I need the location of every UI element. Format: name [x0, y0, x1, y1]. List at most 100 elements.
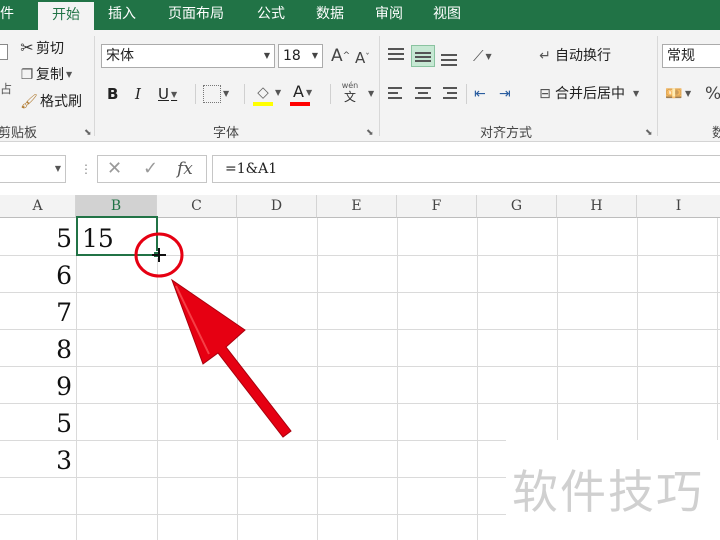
cell-a7[interactable]: 3	[0, 440, 76, 477]
align-center-icon[interactable]	[413, 84, 433, 104]
column-header-e[interactable]: E	[317, 195, 397, 218]
resize-handle-icon[interactable]: ⋮	[80, 162, 92, 176]
group-separator	[379, 36, 380, 136]
font-color-button[interactable]: A ▼	[293, 80, 312, 104]
tab-page-layout[interactable]: 页面布局	[168, 0, 224, 30]
text-orientation-icon: ⟋	[473, 47, 484, 65]
cell-a2[interactable]: 6	[0, 255, 76, 292]
cell-a6[interactable]: 5	[0, 403, 76, 440]
column-header-b[interactable]: B	[76, 195, 157, 218]
group-separator	[657, 36, 658, 136]
formula-input[interactable]: =1&A1	[212, 155, 720, 183]
percent-button[interactable]: %	[705, 82, 720, 106]
format-painter-button[interactable]: 🖌 格式刷	[18, 90, 82, 114]
alignment-group-label: 对齐方式	[480, 126, 533, 141]
increase-indent-icon[interactable]: ⇥	[499, 82, 511, 106]
fill-color-swatch	[253, 102, 273, 106]
phonetic-bottom: 文	[343, 90, 356, 104]
clipboard-group-label: 剪贴板	[0, 126, 38, 141]
column-header-d[interactable]: D	[237, 195, 317, 218]
currency-icon: 💴	[665, 86, 683, 102]
enter-icon[interactable]: ✓	[143, 158, 158, 179]
chevron-down-icon[interactable]: ▼	[55, 164, 61, 173]
align-right-icon[interactable]	[439, 84, 459, 104]
font-size-select[interactable]: 18 ▼	[278, 44, 323, 68]
decrease-indent-icon[interactable]: ⇤	[474, 82, 486, 106]
column-header-g[interactable]: G	[477, 195, 557, 218]
font-name-select[interactable]: 宋体 ▼	[101, 44, 275, 68]
paste-icon[interactable]	[0, 44, 8, 60]
tab-formulas[interactable]: 公式	[257, 0, 285, 30]
copy-dropdown-arrow-icon[interactable]: ▼	[66, 70, 72, 79]
wrap-text-icon: ↵	[539, 48, 551, 64]
cut-button[interactable]: ✂ 剪切	[18, 36, 64, 60]
chevron-down-icon: ▼	[170, 89, 178, 99]
wrap-text-button[interactable]: ↵ 自动换行	[535, 44, 611, 68]
ribbon-home: 占 ✂ 剪切 ❐ 复制 ▼ 🖌 格式刷 剪贴板 ⬊ 宋体 ▼ 18 ▼ A^ Aˇ B I …	[0, 30, 720, 142]
merge-center-label: 合并后居中	[555, 86, 625, 102]
clipboard-launcher-icon[interactable]: ⬊	[84, 128, 92, 138]
group-separator	[94, 36, 95, 136]
font-launcher-icon[interactable]: ⬊	[366, 128, 374, 138]
column-header-a[interactable]: A	[0, 195, 76, 218]
align-bottom-icon[interactable]	[439, 46, 459, 66]
insert-function-icon[interactable]: fx	[177, 159, 193, 179]
align-middle-icon[interactable]	[411, 45, 435, 67]
cell-a3[interactable]: 7	[0, 292, 76, 329]
border-grid-icon	[203, 85, 221, 103]
name-box[interactable]: ▼	[0, 155, 66, 183]
alignment-launcher-icon[interactable]: ⬊	[645, 128, 653, 138]
copy-label: 复制	[36, 67, 64, 83]
cut-label: 剪切	[36, 41, 64, 57]
tab-view[interactable]: 视图	[433, 0, 461, 30]
font-name-value: 宋体	[106, 48, 134, 64]
watermark-text: 软件技巧	[512, 465, 704, 519]
borders-button[interactable]: ▼	[203, 82, 229, 106]
phonetic-guide-button[interactable]: wén 文	[338, 81, 362, 104]
align-left-icon[interactable]	[386, 84, 406, 104]
tab-review[interactable]: 审阅	[375, 0, 403, 30]
paste-label-fragment: 占	[0, 82, 13, 96]
chevron-down-icon: ▼	[685, 89, 692, 98]
align-top-icon[interactable]	[386, 46, 406, 66]
paint-bucket-icon: ◇	[257, 83, 269, 101]
format-painter-label: 格式刷	[40, 94, 82, 110]
font-size-value: 18	[283, 48, 301, 64]
tab-data[interactable]: 数据	[316, 0, 344, 30]
cell-a5[interactable]: 9	[0, 366, 76, 403]
orientation-button[interactable]: ⟋ ▼	[473, 44, 492, 68]
fill-handle[interactable]	[153, 251, 160, 258]
grow-font-button[interactable]: A^	[331, 44, 350, 68]
merge-center-button[interactable]: ⊟ 合并后居中 ▼	[535, 82, 639, 106]
chevron-down-icon: ▼	[311, 51, 318, 60]
italic-button[interactable]: I	[135, 82, 141, 106]
cell-a4[interactable]: 8	[0, 329, 76, 366]
number-format-select[interactable]: 常规	[662, 44, 720, 68]
divider	[195, 84, 196, 104]
underline-glyph: U	[158, 85, 169, 103]
scissors-icon: ✂	[20, 38, 34, 57]
column-header-h[interactable]: H	[557, 195, 637, 218]
shrink-font-button[interactable]: Aˇ	[355, 46, 370, 70]
copy-button[interactable]: ❐ 复制 ▼	[18, 63, 72, 87]
cell-a1[interactable]: 5	[0, 218, 76, 255]
tab-insert[interactable]: 插入	[108, 0, 136, 30]
font-color-swatch	[290, 102, 310, 106]
column-header-c[interactable]: C	[157, 195, 237, 218]
accounting-format-button[interactable]: 💴 ▼	[665, 82, 691, 106]
tab-file[interactable]: 件	[0, 0, 22, 30]
chevron-down-icon[interactable]: ▼	[368, 89, 374, 98]
column-header-i[interactable]: I	[637, 195, 720, 218]
column-header-f[interactable]: F	[397, 195, 477, 218]
fill-color-button[interactable]: ◇ ▼	[253, 80, 281, 104]
tab-home[interactable]: 开始	[38, 0, 94, 30]
number-group-label: 数	[712, 126, 720, 141]
paintbrush-icon: 🖌	[20, 94, 38, 110]
cancel-icon[interactable]: ✕	[107, 158, 122, 179]
divider	[330, 84, 331, 104]
underline-button[interactable]: U ▼	[158, 82, 177, 106]
copy-icon: ❐	[20, 67, 34, 83]
chevron-down-icon: ▼	[633, 89, 640, 98]
bold-button[interactable]: B	[107, 82, 118, 106]
chevron-down-icon: ▼	[263, 51, 270, 60]
